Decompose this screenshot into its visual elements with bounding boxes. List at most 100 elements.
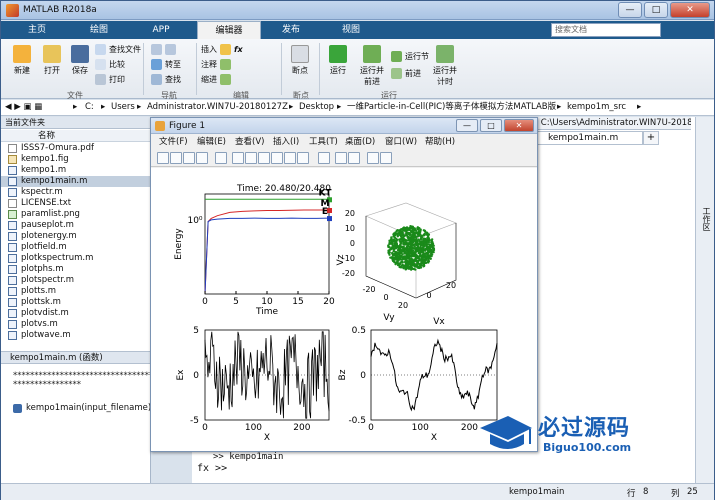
comment-button[interactable]: 注释 <box>201 59 231 70</box>
file-row[interactable]: kempo1.m <box>1 165 151 176</box>
insert-button[interactable]: 插入 fx <box>201 44 243 55</box>
figure-close-button[interactable]: ✕ <box>504 119 534 132</box>
workspace-side-tab[interactable]: 工作区 <box>695 117 714 483</box>
file-row[interactable]: pauseplot.m <box>1 220 151 231</box>
save-figure-icon[interactable] <box>183 152 195 164</box>
open-button[interactable]: 打开 <box>37 45 67 76</box>
brush-icon[interactable] <box>297 152 309 164</box>
back-icon[interactable]: ◀ ▶ ▣ ▦ <box>5 100 42 115</box>
minimize-button[interactable]: — <box>618 2 642 18</box>
name-column-header[interactable]: 名称 <box>1 130 151 142</box>
scatter-point <box>422 237 425 240</box>
print-figure-icon[interactable] <box>196 152 208 164</box>
save-button[interactable]: 保存 <box>65 45 95 76</box>
scatter-point <box>396 235 399 238</box>
file-row[interactable]: plotphs.m <box>1 264 151 275</box>
tab-editor[interactable]: 编辑器 <box>197 21 261 39</box>
function-signature[interactable]: kempo1main(input_filename) <box>13 403 151 413</box>
path-seg-5[interactable]: kempo1m_src <box>567 100 626 115</box>
plots-svg[interactable]: Time: 20.480/20.480 KTME0 5 10 15 2010⁰TimeE… <box>151 168 537 451</box>
link-plot-icon[interactable] <box>318 152 330 164</box>
menu-view[interactable]: 查看(V) <box>235 135 264 149</box>
address-bar[interactable]: ◀ ▶ ▣ ▦ ▸ C: ▸ Users ▸ Administrator.WIN… <box>1 100 714 116</box>
colorbar-icon[interactable] <box>335 152 347 164</box>
scatter-point <box>430 239 433 243</box>
pointer-icon[interactable] <box>215 152 227 164</box>
breakpoint-button[interactable]: 断点 <box>285 45 315 76</box>
scatter-point <box>408 258 411 261</box>
show-plot-tools-icon[interactable] <box>380 152 392 164</box>
bz-xtick: 100 <box>412 423 429 433</box>
tab-plots[interactable]: 绘图 <box>71 21 127 39</box>
advance-button[interactable]: 前进 <box>391 68 421 79</box>
run-advance-icon <box>363 45 381 63</box>
tab-apps[interactable]: APP <box>133 21 189 39</box>
file-row[interactable]: plotfield.m <box>1 242 151 253</box>
figure-title-bar: Figure 1 — □ ✕ <box>151 118 537 134</box>
figure-window[interactable]: Figure 1 — □ ✕ 文件(F) 编辑(E) 查看(V) 插入(I) 工… <box>150 117 538 452</box>
menu-edit[interactable]: 编辑(E) <box>197 135 226 149</box>
file-row[interactable]: plotenergy.m <box>1 231 151 242</box>
pan-icon[interactable] <box>258 152 270 164</box>
menu-window[interactable]: 窗口(W) <box>385 135 417 149</box>
run-section-button[interactable]: 运行节 <box>391 51 429 62</box>
run-time-button[interactable]: 运行并 计时 <box>429 45 461 87</box>
file-row[interactable]: kspectr.m <box>1 187 151 198</box>
menu-file[interactable]: 文件(F) <box>159 135 188 149</box>
indent-button[interactable]: 缩进 <box>201 74 231 85</box>
file-row[interactable]: plotspectr.m <box>1 275 151 286</box>
maximize-button[interactable]: □ <box>644 2 668 18</box>
command-prompt[interactable]: fx >> <box>197 463 227 474</box>
plot-area[interactable]: Time: 20.480/20.480 KT M E 0 5 10 15 20 10⁰ Time E… <box>151 168 537 451</box>
new-tab-button[interactable]: + <box>643 131 659 145</box>
file-row[interactable]: plotwave.m <box>1 330 151 341</box>
path-seg-4[interactable]: 一维Particle-in-Cell(PIC)等离子体模拟方法MATLAB版 <box>347 100 556 115</box>
find-button[interactable]: 查找 <box>151 74 181 85</box>
search-input[interactable]: 搜索文档 <box>551 23 661 37</box>
rotate-3d-icon[interactable] <box>271 152 283 164</box>
figure-minimize-button[interactable]: — <box>456 119 478 132</box>
run-advance-button[interactable]: 运行并 前进 <box>356 45 388 87</box>
figure-maximize-button[interactable]: □ <box>480 119 502 132</box>
hide-plot-tools-icon[interactable] <box>367 152 379 164</box>
nav-back-button[interactable] <box>151 44 176 55</box>
new-button[interactable]: 新建 <box>7 45 37 76</box>
path-seg-2[interactable]: Administrator.WIN7U-20180127Z <box>147 100 288 115</box>
file-row[interactable]: plottsk.m <box>1 297 151 308</box>
run-button[interactable]: 运行 <box>323 45 353 76</box>
file-row[interactable]: kempo1main.m <box>1 176 151 187</box>
m-file-icon <box>8 287 17 296</box>
print-button[interactable]: 打印 <box>95 74 125 85</box>
editor-tab-kempo1main[interactable]: kempo1main.m <box>531 131 643 145</box>
menu-desktop[interactable]: 桌面(D) <box>345 135 375 149</box>
new-figure-icon[interactable] <box>157 152 169 164</box>
path-seg-0[interactable]: C: <box>85 100 94 115</box>
file-row[interactable]: LICENSE.txt <box>1 198 151 209</box>
tab-view[interactable]: 视图 <box>323 21 379 39</box>
menu-insert[interactable]: 插入(I) <box>273 135 299 149</box>
file-row[interactable]: ISSS7-Omura.pdf <box>1 143 151 154</box>
close-button[interactable]: ✕ <box>670 2 710 18</box>
data-cursor-icon[interactable] <box>284 152 296 164</box>
file-row[interactable]: plotvdist.m <box>1 308 151 319</box>
find-files-button[interactable]: 查找文件 <box>95 44 141 55</box>
tab-publish[interactable]: 发布 <box>263 21 319 39</box>
menu-help[interactable]: 帮助(H) <box>425 135 455 149</box>
file-row[interactable]: plotts.m <box>1 286 151 297</box>
open-figure-icon[interactable] <box>170 152 182 164</box>
goto-button[interactable]: 转至 <box>151 59 181 70</box>
file-row[interactable]: plotkspectrum.m <box>1 253 151 264</box>
fx-icon[interactable]: fx <box>234 45 243 54</box>
m-file-icon <box>8 254 17 263</box>
zoom-out-icon[interactable] <box>245 152 257 164</box>
compare-button[interactable]: 比较 <box>95 59 125 70</box>
legend-icon[interactable] <box>348 152 360 164</box>
tab-home[interactable]: 主页 <box>9 21 65 39</box>
file-row[interactable]: plotvs.m <box>1 319 151 330</box>
menu-tools[interactable]: 工具(T) <box>309 135 338 149</box>
file-row[interactable]: kempo1.fig <box>1 154 151 165</box>
path-seg-3[interactable]: Desktop <box>299 100 334 115</box>
file-row[interactable]: paramlist.png <box>1 209 151 220</box>
zoom-in-icon[interactable] <box>232 152 244 164</box>
path-seg-1[interactable]: Users <box>111 100 135 115</box>
